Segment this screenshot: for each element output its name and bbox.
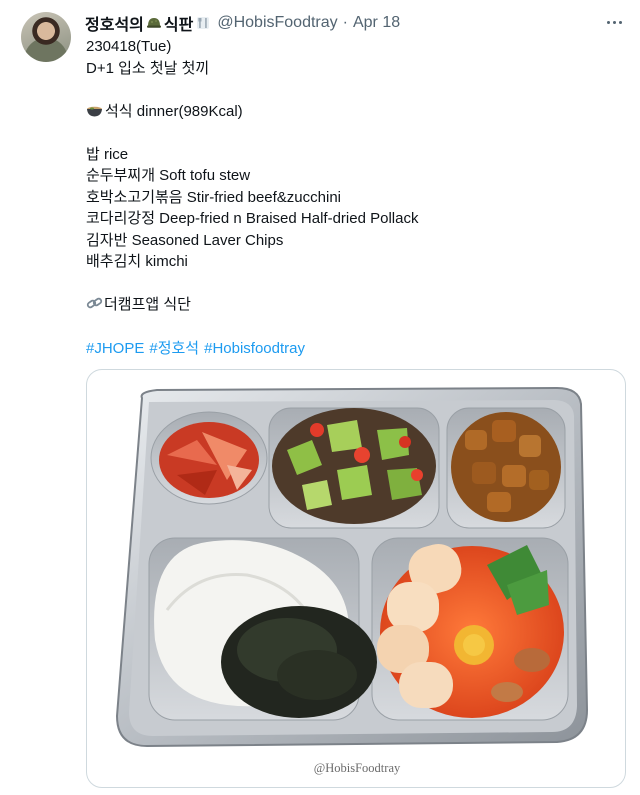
hashtag-jhope[interactable]: #JHOPE — [86, 340, 144, 357]
link-text: 더캠프앱 식단 — [104, 296, 191, 313]
date-code: 230418(Tue) — [86, 38, 172, 55]
tweet-header: 정호석의 식판 @HobisFoodtray · Apr 18 — [85, 12, 400, 34]
separator-dot: · — [342, 14, 348, 31]
handle[interactable]: @HobisFoodtray — [217, 14, 337, 32]
food-tray-photo — [115, 386, 589, 748]
media-watermark: @HobisFoodtray — [313, 761, 401, 775]
meal-header: 석식 dinner(989Kcal) — [86, 101, 626, 123]
menu-item: 김자반 Seasoned Laver Chips — [86, 231, 284, 249]
display-name[interactable]: 정호석의 — [85, 11, 144, 35]
hashtag-hobisfoodtray[interactable]: #Hobisfoodtray — [204, 340, 305, 357]
hashtag-jung-hoseok[interactable]: #정호석 — [149, 340, 199, 357]
media-image[interactable]: @HobisFoodtray — [86, 369, 626, 788]
bowl-icon — [87, 106, 102, 116]
meal-header-text: 석식 dinner(989Kcal) — [105, 102, 243, 120]
menu-item: 밥 rice — [86, 145, 129, 163]
link-line: 더캠프앱 식단 — [86, 294, 626, 316]
tweet-card[interactable]: 정호석의 식판 @HobisFoodtray · Apr 18 230418(T… — [0, 0, 640, 795]
tweet-date[interactable]: Apr 18 — [353, 14, 400, 32]
subtitle: D+1 입소 첫날 첫끼 — [86, 59, 210, 77]
link-icon — [86, 297, 103, 309]
menu-item: 순두부찌개 Soft tofu stew — [86, 167, 251, 184]
display-name-suffix[interactable]: 식판 — [164, 11, 193, 35]
more-options-icon[interactable] — [602, 12, 626, 32]
menu-item: 배추김치 kimchi — [86, 253, 188, 270]
tweet-text: 230418(Tue) D+1 입소 첫날 첫끼 석식 dinner(989Kc… — [86, 36, 626, 316]
fork-knife-plate-icon — [197, 17, 210, 29]
menu-item: 코다리강정 Deep-fried n Braised Half-dried Po… — [86, 210, 419, 227]
menu-item: 호박소고기볶음 Stir-fried beef&zucchini — [86, 188, 342, 206]
military-helmet-icon — [146, 18, 161, 28]
avatar[interactable] — [21, 12, 71, 62]
hashtags: #JHOPE #정호석 #Hobisfoodtray — [86, 337, 310, 358]
